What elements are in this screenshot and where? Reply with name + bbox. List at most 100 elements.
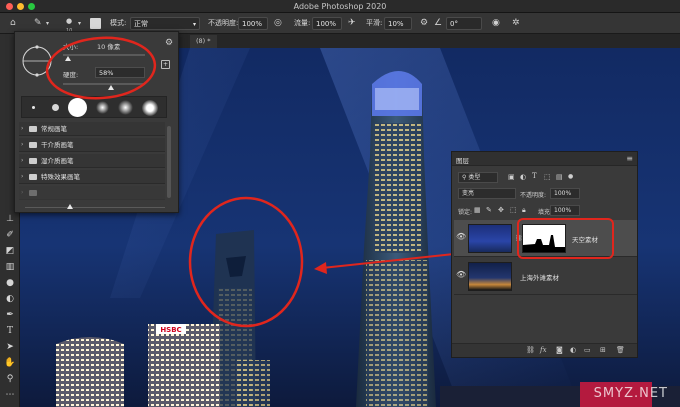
lock-pixels-icon[interactable]: ✎ [486,206,492,214]
folder-icon [29,190,37,196]
layer-name[interactable]: 上海外滩素材 [520,272,559,282]
mode-value: 正常 [134,20,148,28]
kind-filter-select[interactable]: ⚲ 类型 [458,172,498,183]
preview-size-slider[interactable] [15,204,178,212]
smoothing-label: 平滑: [366,19,383,27]
watermark: SMYZ.NET [593,386,668,401]
adjustment-filter-icon[interactable]: ◐ [520,173,526,181]
panel-menu-icon[interactable]: ≡ [626,154,633,163]
opacity-label: 不透明度: [208,19,239,27]
picker-gear-icon[interactable]: ⚙ [165,38,173,48]
brush-list-scrollbar[interactable] [167,126,171,198]
left-building [56,337,124,407]
folder-icon [29,158,37,164]
visibility-eye-icon[interactable]: 👁︎ [456,232,466,241]
angle-field[interactable]: 0° [446,17,482,30]
link-icon[interactable]: ⛓︎ [526,346,535,354]
type-tool-icon[interactable]: T [3,324,17,338]
pen-tool-icon[interactable]: ✒ [3,308,17,322]
shape-filter-icon[interactable]: ⬚ [544,173,551,181]
brush-tip-dot-icon[interactable]: ● [66,15,72,28]
smart-object-filter-icon[interactable]: ▤ [556,173,563,181]
eraser-tool-icon[interactable]: ◩ [3,244,17,258]
lock-transparent-icon[interactable]: ▦ [474,206,481,214]
annotation-box-mask [517,218,614,259]
history-brush-tool-icon[interactable]: ✐ [3,228,17,242]
brush-preset-picker: 大小: 10 像素 硬度: 58% + ⚙ › 常规画笔 › 干介质画笔 › 湿介质画… [14,31,179,213]
brush-folder-row[interactable]: › 干介质画笔 [19,138,165,152]
pixel-filter-icon[interactable]: ▣ [508,173,515,181]
group-icon[interactable]: ▭ [584,346,591,354]
middle-building [236,360,270,407]
lock-artboard-icon[interactable]: ⬚ [510,206,517,214]
opacity-field[interactable]: 100% [238,17,268,30]
layers-panel-header: 图层 ≡ [452,152,637,166]
pressure-size-icon[interactable]: ◉ [492,17,500,30]
fill-field[interactable]: 100% [550,205,580,216]
home-icon[interactable]: ⌂ [10,17,16,30]
hsbc-sign: HSBC [160,326,181,334]
airbrush-icon[interactable]: ✈ [348,17,356,30]
tower-windows [373,123,422,253]
trash-icon[interactable]: 🗑︎ [616,346,625,354]
path-selection-tool-icon[interactable]: ➤ [3,340,17,354]
brush-settings-panel-icon[interactable] [90,18,101,29]
folder-icon [29,142,37,148]
chevron-right-icon: › [21,173,24,180]
chevron-right-icon: › [21,125,24,132]
type-filter-icon[interactable]: T [532,172,537,180]
brush-folder-row[interactable]: › 常规画笔 [19,122,165,136]
blend-mode-select[interactable]: 变亮 [458,188,516,199]
gradient-tool-icon[interactable]: ▥ [3,260,17,274]
new-layer-icon[interactable]: ⊞ [600,346,606,354]
folder-icon [29,126,37,132]
layers-panel-footer: ⛓︎ fx ◙ ◐ ▭ ⊞ 🗑︎ [452,343,637,357]
clone-stamp-tool-icon[interactable]: ⊥ [3,212,17,226]
layers-tab[interactable]: 图层 [456,155,469,165]
app-title: Adobe Photoshop 2020 [293,2,387,11]
title-bar: Adobe Photoshop 2020 [0,0,680,13]
layer-row-bund[interactable]: 👁︎ 上海外滩素材 [454,258,637,295]
new-preset-icon[interactable]: + [161,60,170,69]
mask-icon[interactable]: ◙ [556,346,563,354]
lock-row: 锁定: ▦ ✎ ✥ ⬚ 🔒︎ 填充: 100% [454,205,637,217]
chevron-right-icon: › [21,189,24,196]
mode-select[interactable]: 正常 ▾ [130,17,200,30]
visibility-eye-icon[interactable]: 👁︎ [456,270,466,279]
fx-icon[interactable]: fx [540,346,547,354]
tool-preset-chevron-icon[interactable]: ▾ [46,17,49,30]
layers-panel: 图层 ≡ ⚲ 类型 ▣ ◐ T ⬚ ▤ ● 变亮 不透明度: 100% 锁定: … [451,151,638,358]
zoom-tool-icon[interactable]: ⚲ [3,372,17,386]
layer-opacity-label: 不透明度: [520,192,547,199]
brush-folder-row[interactable]: › 湿介质画笔 [19,154,165,168]
hand-tool-icon[interactable]: ✋ [3,356,17,370]
brush-folder-list: › 常规画笔 › 干介质画笔 › 湿介质画笔 › 特殊效果画笔 › [19,122,165,204]
dodge-tool-icon[interactable]: ◐ [3,292,17,306]
gear-icon[interactable]: ⚙ [420,17,428,30]
filter-toggle-icon[interactable]: ● [568,173,573,180]
flow-label: 流量: [294,19,311,27]
chevron-down-icon: ▾ [192,21,196,28]
symmetry-butterfly-icon[interactable]: ✲ [512,17,520,30]
layer-opacity-field[interactable]: 100% [550,188,580,199]
brush-tip-1[interactable] [32,106,35,109]
blur-tool-icon[interactable]: ● [3,276,17,290]
document-tab[interactable]: (8) * [190,35,217,48]
brush-folder-row-partial[interactable]: › [19,186,165,200]
blend-row: 变亮 不透明度: 100% [454,188,637,200]
lock-all-icon[interactable]: 🔒︎ [522,206,526,215]
more-tools-icon[interactable]: ⋯ [3,388,17,402]
chevron-right-icon: › [21,157,24,164]
pressure-opacity-icon[interactable]: ◎ [274,17,282,30]
annotation-circle-hardness [45,36,157,100]
hsbc-building [148,324,220,407]
brush-picker-chevron-icon[interactable]: ▾ [78,17,81,30]
brush-folder-row[interactable]: › 特殊效果画笔 [19,170,165,184]
lock-position-icon[interactable]: ✥ [498,206,504,214]
layer-thumbnail [468,224,512,253]
preview-size-slider-thumb[interactable] [67,204,73,209]
flow-field[interactable]: 100% [312,17,342,30]
adjustment-icon[interactable]: ◐ [570,346,576,354]
brush-tool-icon[interactable]: ✎ [34,17,42,30]
smoothing-field[interactable]: 10% [384,17,412,30]
